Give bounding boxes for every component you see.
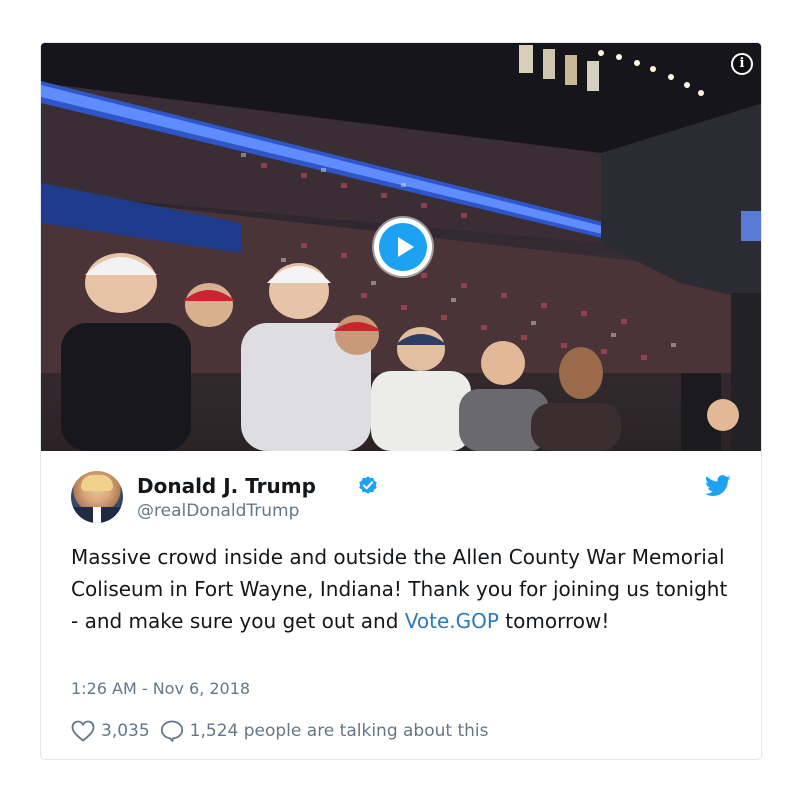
twitter-bird-icon[interactable] [705, 475, 731, 497]
play-icon[interactable] [379, 223, 427, 271]
embedded-tweet-card: i Donald J. Trump @realDonaldTrump Massi… [40, 42, 762, 760]
info-icon[interactable]: i [731, 53, 753, 75]
conversation-count[interactable]: 1,524 people are talking about this [190, 721, 489, 741]
like-count[interactable]: 3,035 [101, 721, 150, 741]
avatar[interactable] [71, 471, 123, 523]
tweet-timestamp[interactable]: 1:26 AM - Nov 6, 2018 [71, 679, 250, 698]
tweet-text: Massive crowd inside and outside the All… [71, 541, 731, 637]
reply-bubble-icon[interactable] [160, 720, 184, 742]
verified-badge-icon [359, 476, 377, 494]
heart-icon[interactable] [71, 720, 95, 742]
tweet-text-body: Massive crowd inside and outside the All… [71, 545, 728, 633]
author-handle[interactable]: @realDonaldTrump [137, 501, 299, 521]
author-name[interactable]: Donald J. Trump [137, 474, 316, 498]
tweet-video[interactable]: i [41, 43, 761, 451]
tweet-text-end: tomorrow! [498, 609, 610, 633]
play-button[interactable] [374, 218, 432, 276]
vote-gop-link[interactable]: Vote.GOP [405, 609, 499, 633]
tweet-actions: 3,035 1,524 people are talking about thi… [71, 719, 488, 743]
